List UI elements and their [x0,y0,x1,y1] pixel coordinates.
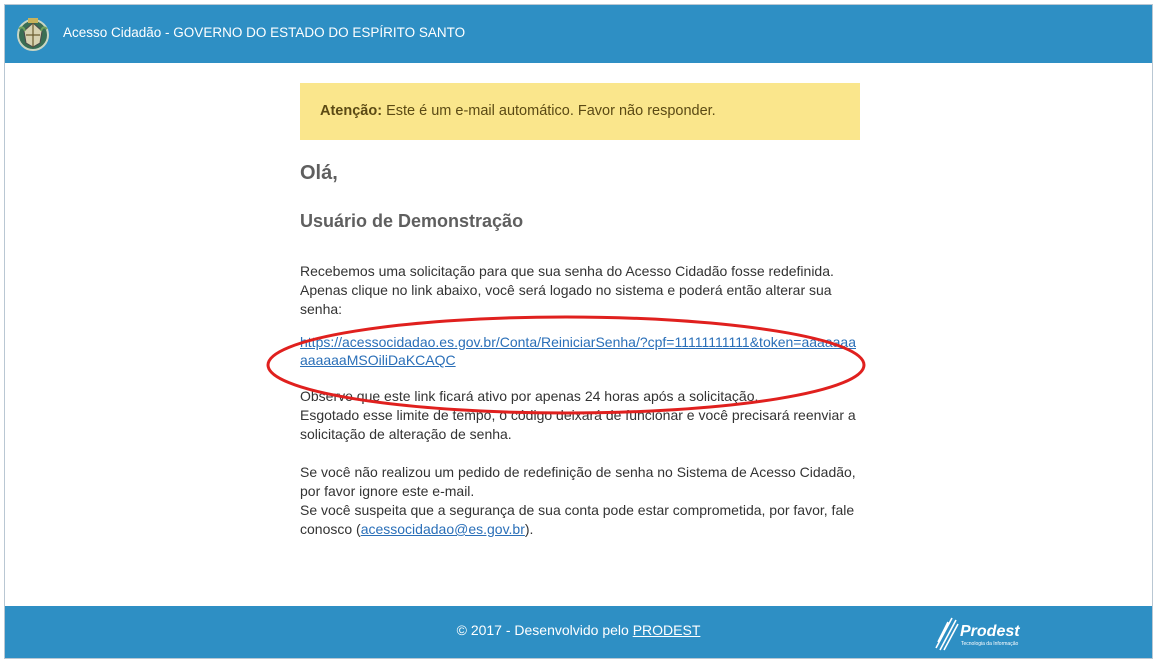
email-body: Atenção: Este é um e-mail automático. Fa… [300,83,860,539]
ignore-line-1: Se você não realizou um pedido de redefi… [300,464,856,499]
prodest-brand-name: Prodest [960,623,1020,640]
greeting-heading: Olá, [300,162,338,184]
prodest-brand: Prodest Tecnologia da Informação [934,614,1024,652]
prodest-link[interactable]: PRODEST [633,622,701,638]
app-title: Acesso Cidadão - GOVERNO DO ESTADO DO ES… [63,25,466,40]
header-bar: Acesso Cidadão - GOVERNO DO ESTADO DO ES… [5,5,1152,63]
contact-post: ). [524,521,534,537]
footer-copyright: © 2017 - Desenvolvido pelo [456,622,633,638]
alert-label: Atenção: [320,103,383,119]
email-window: Acesso Cidadão - GOVERNO DO ESTADO DO ES… [4,4,1153,659]
contact-email-link[interactable]: acessocidadao@es.gov.br [361,521,525,537]
prodest-brand-subtitle: Tecnologia da Informação [961,641,1019,647]
state-coat-of-arms-icon [15,15,51,53]
reset-password-link[interactable]: https://acessocidadao.es.gov.br/Conta/Re… [300,333,860,369]
expiry-paragraph: Observe que este link ficará ativo por a… [300,387,860,444]
reset-link-block: https://acessocidadao.es.gov.br/Conta/Re… [300,333,860,369]
footer-bar: © 2017 - Desenvolvido pelo PRODEST Prode… [5,606,1152,658]
intro-paragraph: Recebemos uma solicitação para que sua s… [300,263,834,317]
expiry-line-2: Esgotado esse limite de tempo, o código … [300,407,856,442]
username-heading: Usuário de Demonstração [300,211,524,231]
expiry-line-1: Observe que este link ficará ativo por a… [300,388,759,404]
ignore-paragraph: Se você não realizou um pedido de redefi… [300,463,860,539]
auto-email-alert: Atenção: Este é um e-mail automático. Fa… [300,83,860,140]
alert-text: Este é um e-mail automático. Favor não r… [382,103,716,119]
